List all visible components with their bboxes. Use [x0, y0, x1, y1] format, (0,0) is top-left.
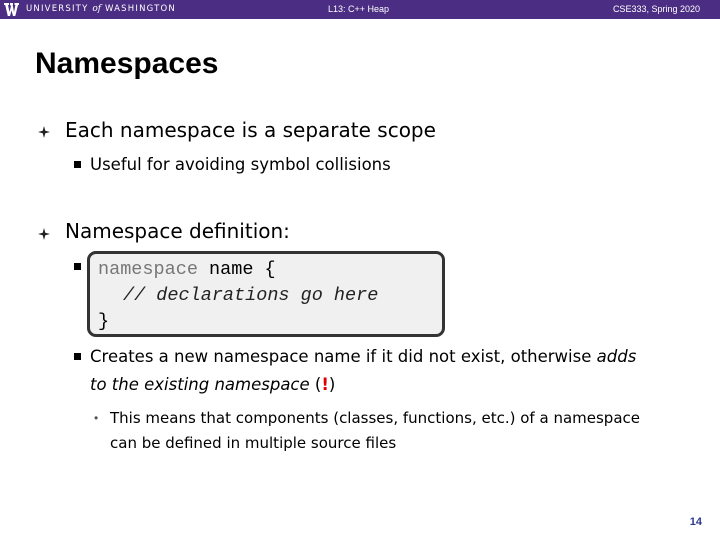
- square-bullet-icon: [74, 263, 81, 270]
- uw-logo-icon: [4, 3, 19, 16]
- slide-title: Namespaces: [35, 47, 219, 80]
- sub2-line2-bang: !: [321, 375, 329, 394]
- code-line-1: namespace name {: [98, 257, 276, 283]
- university-prefix: UNIVERSITY: [26, 4, 89, 14]
- code-keyword: namespace: [98, 259, 198, 280]
- diamond-bullet-icon: [38, 228, 50, 240]
- square-bullet-icon: [74, 353, 81, 360]
- sub2-line1-em: adds: [596, 347, 637, 366]
- sub2-line1-start: Creates a new namespace name if it did n…: [90, 347, 597, 366]
- sub2-line2-close: ): [328, 375, 336, 394]
- sub2-line2-open: (: [309, 375, 322, 394]
- university-suffix: WASHINGTON: [105, 4, 176, 14]
- code-line-1-rest: name {: [197, 259, 276, 280]
- sub2-line2-em: to the existing namespace: [90, 375, 310, 394]
- bullet-1-sub-1: Useful for avoiding symbol collisions: [90, 155, 391, 174]
- page-number: 14: [689, 516, 702, 528]
- code-line-3: }: [98, 311, 110, 332]
- dot-bullet-icon: •: [94, 411, 99, 425]
- bullet-2-sub-2-sub-line-2: can be defined in multiple source files: [110, 434, 397, 452]
- university-name: UNIVERSITY of WASHINGTON: [26, 4, 176, 14]
- diamond-bullet-icon: [38, 126, 50, 138]
- bullet-1-text: Each namespace is a separate scope: [65, 118, 436, 142]
- bullet-2-sub-2-line-2: to the existing namespace (!): [90, 372, 335, 398]
- square-bullet-icon: [74, 161, 81, 168]
- bullet-2-sub-2-sub-line-1: This means that components (classes, fun…: [110, 409, 640, 427]
- bullet-2-sub-2-line-1: Creates a new namespace name if it did n…: [90, 344, 636, 370]
- bullet-2-text: Namespace definition:: [65, 219, 290, 243]
- header-bar: UNIVERSITY of WASHINGTON L13: C++ Heap C…: [0, 0, 720, 19]
- code-line-2: // declarations go here: [123, 285, 379, 306]
- course-label: CSE333, Spring 2020: [612, 4, 700, 14]
- lecture-label: L13: C++ Heap: [328, 4, 390, 14]
- code-block: namespace name { // declarations go here…: [87, 251, 445, 337]
- university-of: of: [92, 4, 102, 14]
